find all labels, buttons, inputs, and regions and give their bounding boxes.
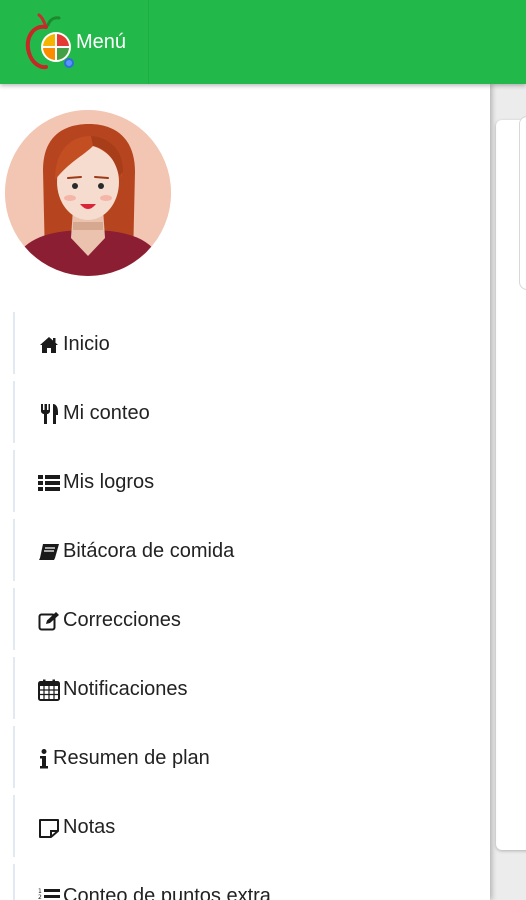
nav-item-accent — [13, 381, 15, 443]
app-root: Menú Inicio Mi conteo Mis logros Bitácor… — [0, 0, 526, 900]
nav-item-notas[interactable]: Notas — [0, 793, 490, 862]
nav-item-conteo-puntos-extra[interactable]: 123 Conteo de puntos extra — [0, 862, 490, 900]
background-panel — [519, 116, 526, 290]
avatar[interactable] — [5, 110, 171, 276]
ordered-list-icon: 123 — [38, 886, 60, 900]
edit-icon — [38, 610, 60, 632]
nav-item-resumen-de-plan[interactable]: Resumen de plan — [0, 724, 490, 793]
nav-item-accent — [13, 864, 15, 900]
info-icon — [38, 748, 50, 770]
list-icon — [38, 472, 60, 494]
nav-item-mis-logros[interactable]: Mis logros — [0, 448, 490, 517]
nav-item-mi-conteo[interactable]: Mi conteo — [0, 379, 490, 448]
navigation-drawer: Inicio Mi conteo Mis logros Bitácora de … — [0, 84, 490, 900]
nav-item-label: Mis logros — [63, 471, 155, 493]
nav-item-inicio[interactable]: Inicio — [0, 310, 490, 379]
drawer-nav-list: Inicio Mi conteo Mis logros Bitácora de … — [0, 310, 490, 900]
nav-item-label: Notas — [63, 816, 116, 838]
page-title: Menú — [76, 31, 127, 53]
sticky-note-icon — [38, 817, 60, 839]
nav-item-bitacora[interactable]: Bitácora de comida — [0, 517, 490, 586]
top-app-bar: Menú — [0, 0, 526, 84]
nav-item-label: Conteo de puntos extra — [63, 885, 271, 900]
app-bar-divider — [148, 0, 149, 84]
nav-item-accent — [13, 588, 15, 650]
nav-item-correcciones[interactable]: Correcciones — [0, 586, 490, 655]
user-avatar-woman-icon — [5, 110, 171, 276]
nav-item-accent — [13, 657, 15, 719]
nav-item-notificaciones[interactable]: Notificaciones — [0, 655, 490, 724]
nav-item-label: Bitácora de comida — [63, 540, 235, 562]
nav-item-label: Correcciones — [63, 609, 181, 631]
nav-item-accent — [13, 312, 15, 374]
nav-item-accent — [13, 726, 15, 788]
nav-item-accent — [13, 450, 15, 512]
nav-item-label: Inicio — [63, 333, 110, 355]
book-icon — [38, 541, 60, 563]
nav-item-label: Notificaciones — [63, 678, 188, 700]
home-icon — [38, 334, 60, 356]
apple-plate-logo-icon[interactable] — [22, 13, 76, 71]
nav-item-label: Resumen de plan — [53, 747, 210, 769]
calendar-icon — [38, 679, 60, 701]
nav-item-accent — [13, 519, 15, 581]
nav-item-label: Mi conteo — [63, 402, 150, 424]
nav-item-accent — [13, 795, 15, 857]
cutlery-icon — [38, 403, 60, 425]
